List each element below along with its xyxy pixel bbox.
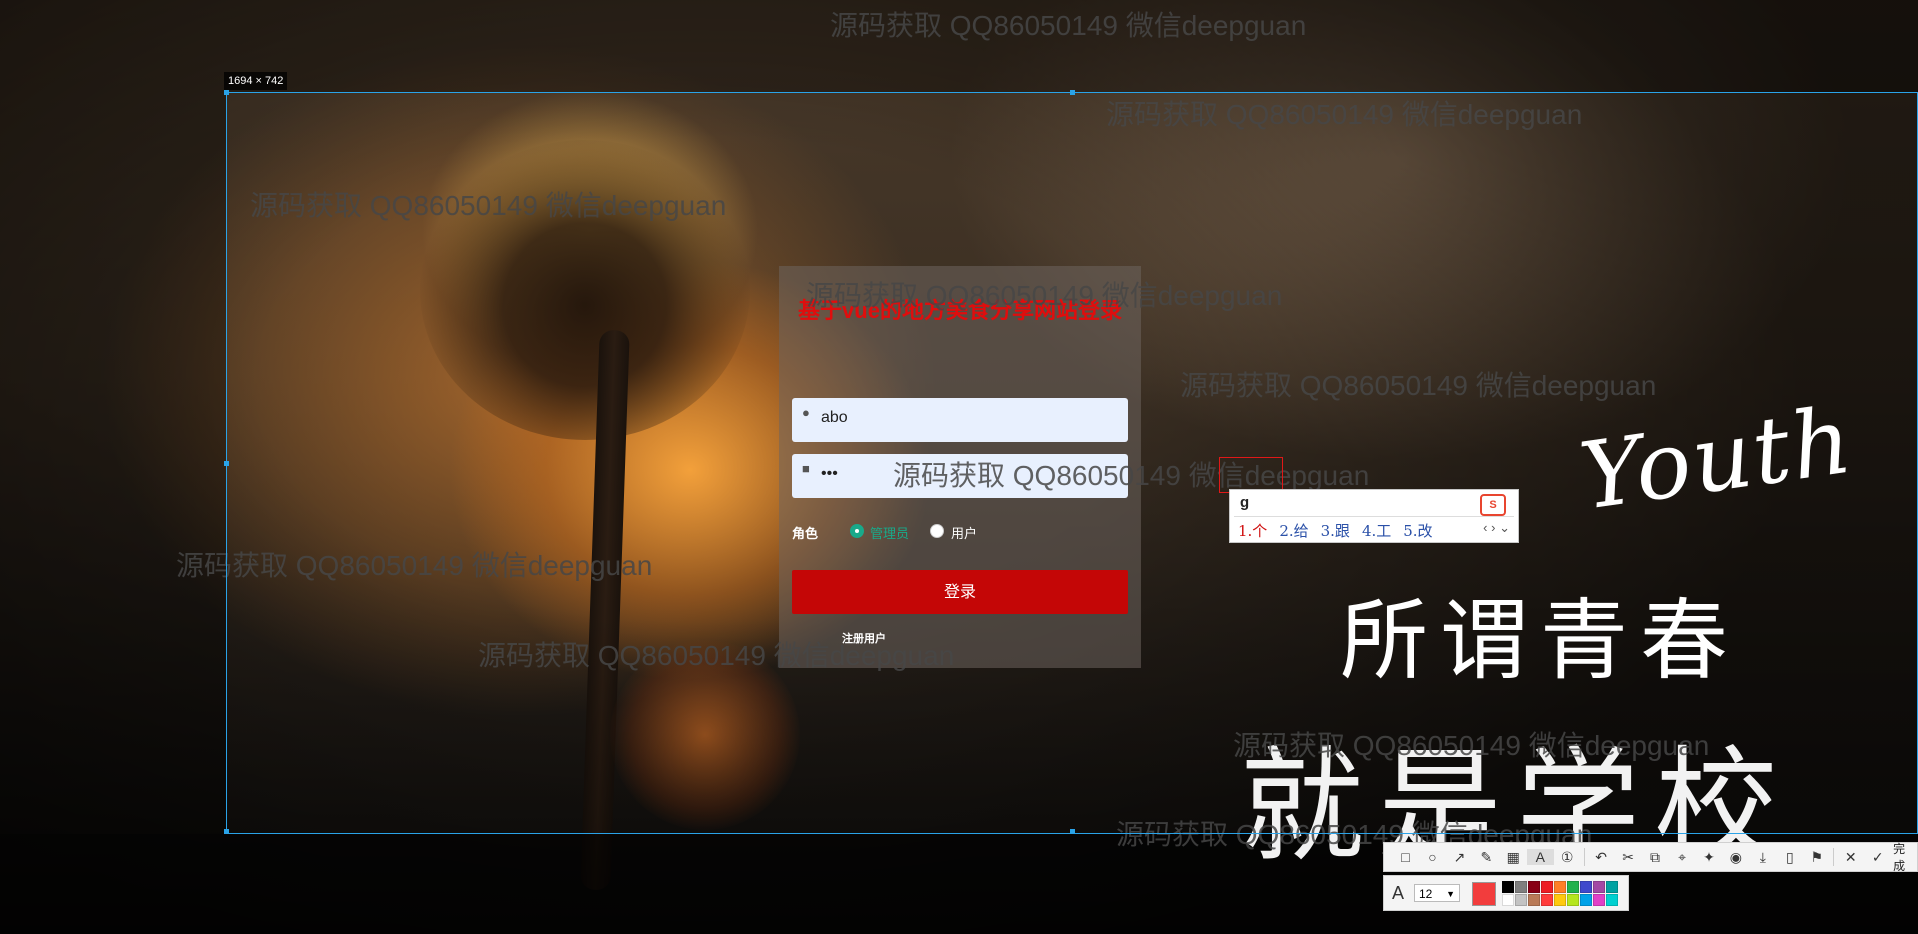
palette-color-swatch[interactable]	[1580, 894, 1592, 906]
text-icon[interactable]: A	[1526, 849, 1554, 865]
crop-icon[interactable]: ⌖	[1669, 849, 1696, 866]
palette-color-swatch[interactable]	[1528, 881, 1540, 893]
resize-handle[interactable]	[1070, 90, 1075, 95]
palette-color-swatch[interactable]	[1606, 881, 1618, 893]
watermark: 源码获取 QQ86050149 微信deepguan	[830, 10, 1307, 41]
color-palette	[1502, 881, 1618, 906]
ime-candidate[interactable]: 3.跟	[1321, 522, 1350, 540]
record-icon[interactable]: ◉	[1722, 849, 1749, 866]
cutout-icon[interactable]: ✂	[1615, 849, 1642, 866]
palette-color-swatch[interactable]	[1567, 894, 1579, 906]
palette-color-swatch[interactable]	[1515, 894, 1527, 906]
toolbar-divider	[1583, 848, 1585, 866]
ime-candidate[interactable]: 2.给	[1279, 522, 1308, 540]
current-color-swatch[interactable]	[1472, 882, 1496, 906]
circle-icon[interactable]: ○	[1419, 849, 1446, 865]
ime-candidates: 1.个 2.给 3.跟 4.工 5.改	[1238, 520, 1445, 541]
pen-icon[interactable]: ✎	[1473, 849, 1500, 866]
rectangle-icon[interactable]: □	[1392, 849, 1419, 865]
ime-candidate[interactable]: 5.改	[1403, 522, 1432, 540]
palette-color-swatch[interactable]	[1567, 881, 1579, 893]
palette-color-swatch[interactable]	[1528, 894, 1540, 906]
capture-selection[interactable]	[224, 90, 1918, 834]
capture-toolbar: □ ○ ↗ ✎ ▦ A ① ↶ ✂ ⧉ ⌖ ✦ ◉ ⤓ ▯ ⚑ ✕ ✓ 完成	[1383, 840, 1918, 874]
resize-handle[interactable]	[224, 829, 229, 834]
copy-icon[interactable]: ⧉	[1642, 849, 1669, 866]
arrow-icon[interactable]: ↗	[1446, 849, 1473, 866]
checkmark-icon[interactable]: ✓	[1864, 849, 1891, 866]
undo-icon[interactable]: ↶	[1588, 849, 1615, 866]
mosaic-icon[interactable]: ▦	[1500, 849, 1527, 866]
ime-candidate[interactable]: 4.工	[1362, 522, 1391, 540]
done-button[interactable]: 完成	[1893, 840, 1917, 874]
palette-color-swatch[interactable]	[1554, 881, 1566, 893]
capture-shade-left	[0, 92, 226, 834]
sogou-logo-icon: S	[1480, 494, 1506, 516]
ime-popup[interactable]: g S 1.个 2.给 3.跟 4.工 5.改 ‹ › ⌄	[1229, 489, 1519, 543]
palette-color-swatch[interactable]	[1554, 894, 1566, 906]
phone-icon[interactable]: ▯	[1776, 849, 1803, 866]
palette-color-swatch[interactable]	[1593, 894, 1605, 906]
palette-color-swatch[interactable]	[1515, 881, 1527, 893]
number-icon[interactable]: ①	[1554, 849, 1581, 866]
ime-divider	[1234, 516, 1514, 517]
close-icon[interactable]: ✕	[1837, 849, 1864, 866]
capture-size-label: 1694 × 742	[224, 72, 288, 90]
chevron-down-icon[interactable]: ⌄	[1499, 520, 1510, 535]
palette-color-swatch[interactable]	[1541, 894, 1553, 906]
ime-candidate[interactable]: 1.个	[1238, 522, 1267, 540]
palette-color-swatch[interactable]	[1541, 881, 1553, 893]
text-options-toolbar: A 12 ▼	[1383, 875, 1629, 911]
resize-handle[interactable]	[1070, 829, 1075, 834]
ime-nav: ‹ › ⌄	[1483, 520, 1510, 536]
palette-color-swatch[interactable]	[1580, 881, 1592, 893]
chevron-left-icon[interactable]: ‹	[1483, 520, 1487, 535]
font-size-value: 12	[1419, 887, 1433, 901]
font-icon: A	[1392, 883, 1405, 903]
palette-color-swatch[interactable]	[1502, 894, 1514, 906]
palette-color-swatch[interactable]	[1606, 894, 1618, 906]
bookmark-icon[interactable]: ⚑	[1803, 849, 1830, 866]
chevron-down-icon: ▼	[1446, 889, 1455, 899]
palette-color-swatch[interactable]	[1593, 881, 1605, 893]
resize-handle[interactable]	[224, 461, 229, 466]
chevron-right-icon[interactable]: ›	[1491, 520, 1495, 535]
font-size-select[interactable]: 12 ▼	[1414, 884, 1460, 902]
pin-icon[interactable]: ✦	[1695, 849, 1722, 866]
palette-color-swatch[interactable]	[1502, 881, 1514, 893]
download-icon[interactable]: ⤓	[1749, 849, 1776, 866]
ime-input: g	[1240, 494, 1250, 511]
resize-handle[interactable]	[224, 90, 229, 95]
toolbar-divider	[1833, 848, 1835, 866]
annotation-box[interactable]	[1219, 457, 1283, 493]
